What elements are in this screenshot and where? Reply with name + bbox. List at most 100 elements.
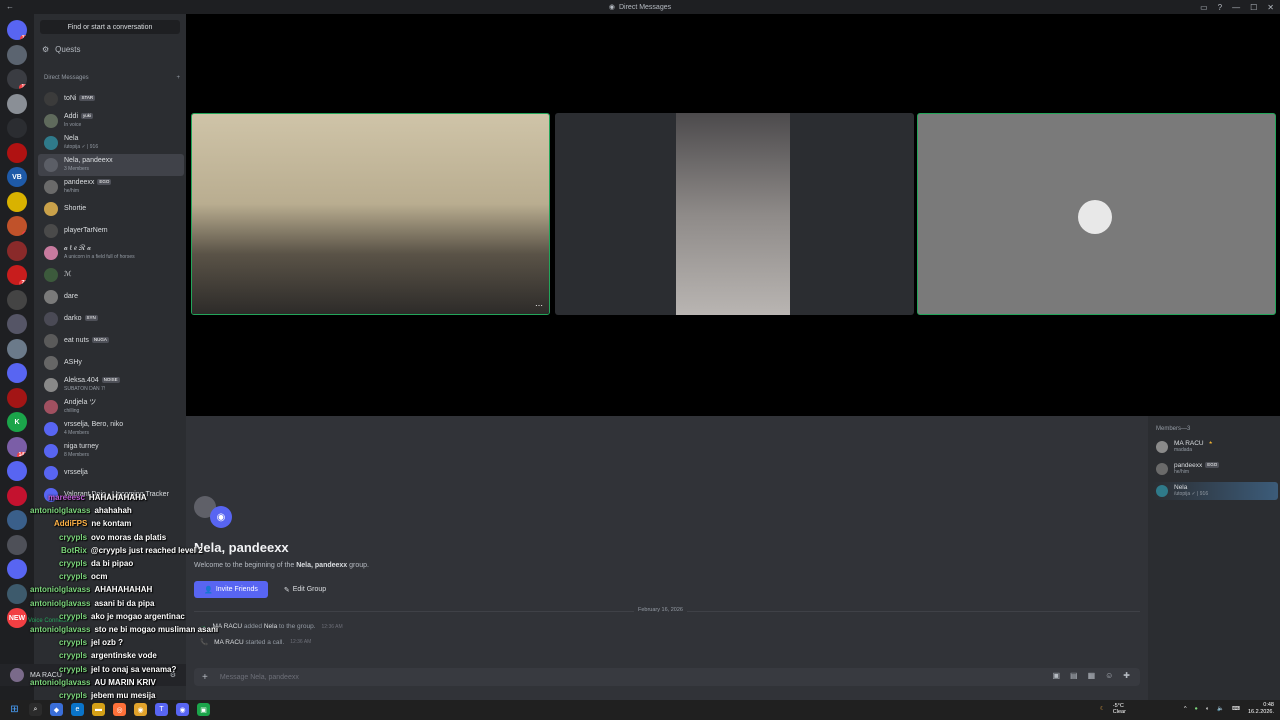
server-icon[interactable] bbox=[7, 363, 27, 383]
apps-icon[interactable]: ✚ bbox=[1123, 671, 1130, 680]
server-icon[interactable]: NEW bbox=[7, 608, 27, 628]
chat-message: jel ozb ? bbox=[91, 638, 124, 648]
minimize-button[interactable]: — bbox=[1232, 3, 1240, 12]
dm-item[interactable]: Shortie bbox=[38, 198, 184, 220]
dm-item[interactable]: vrsselja, Bero, niko 4 Members bbox=[38, 418, 184, 440]
store-icon[interactable]: ◆ bbox=[50, 703, 63, 716]
video-tile-room[interactable]: ⋯ bbox=[191, 113, 550, 315]
message-composer[interactable]: + Message Nela, pandeexx ▣ ▤ ▦ ☺ ✚ bbox=[194, 668, 1140, 686]
server-icon[interactable]: 11 bbox=[7, 20, 27, 40]
dm-item[interactable]: darko SYN bbox=[38, 308, 184, 330]
quests-nav-item[interactable]: ⚙ Quests bbox=[42, 45, 81, 54]
app-icon[interactable]: ▣ bbox=[197, 703, 210, 716]
search-icon[interactable]: ⌕ bbox=[29, 703, 42, 716]
server-icon[interactable]: 143 bbox=[7, 436, 27, 457]
server-icon[interactable] bbox=[7, 142, 27, 163]
edge-icon[interactable]: e bbox=[71, 703, 84, 716]
gif-icon[interactable]: ▤ bbox=[1070, 671, 1078, 680]
dm-status: chilling bbox=[64, 408, 80, 414]
teams-icon[interactable]: T bbox=[155, 703, 168, 716]
server-icon[interactable] bbox=[7, 583, 27, 604]
dm-item[interactable]: Nela, pandeexx 3 Members bbox=[38, 154, 184, 176]
message-author[interactable]: MA RACU bbox=[214, 639, 244, 646]
dm-item[interactable]: eat nuts NUGA bbox=[38, 330, 184, 352]
stream-chat-line: antoniolglavass AU MARIN KRIV bbox=[30, 678, 156, 687]
search-conversation-button[interactable]: Find or start a conversation bbox=[40, 20, 180, 34]
emoji-icon[interactable]: ☺ bbox=[1105, 671, 1113, 680]
sticker-icon[interactable]: ▦ bbox=[1088, 671, 1096, 680]
dm-item[interactable]: 𝒶 ℓ 𝑒 ℛ 𝒶 A unicorn in a field full of ho… bbox=[38, 242, 184, 264]
weather-widget[interactable]: -5°C Clear bbox=[1113, 703, 1126, 715]
server-icon[interactable] bbox=[7, 240, 27, 261]
server-icon[interactable] bbox=[7, 289, 27, 310]
edit-group-button[interactable]: ✎ Edit Group bbox=[278, 581, 332, 598]
dm-item[interactable]: Aleksa.404 NOISE SUBATON DAN 7! bbox=[38, 374, 184, 396]
maximize-button[interactable]: ☐ bbox=[1250, 3, 1257, 12]
browser-icon[interactable]: ◎ bbox=[113, 703, 126, 716]
network-icon[interactable]: ◐ bbox=[1206, 706, 1209, 712]
dm-item[interactable]: Nela/utopija ✓ | 916 bbox=[38, 132, 184, 154]
server-icon[interactable] bbox=[7, 44, 27, 65]
close-button[interactable]: ✕ bbox=[1267, 3, 1274, 12]
server-icon[interactable] bbox=[7, 485, 27, 506]
server-icon[interactable]: K bbox=[7, 412, 27, 432]
server-icon[interactable]: 70 bbox=[7, 265, 27, 285]
clock[interactable]: 0:48 16.2.2026. bbox=[1248, 702, 1274, 716]
keyboard-icon[interactable]: ⌨ bbox=[1232, 706, 1240, 712]
server-icon[interactable] bbox=[7, 338, 27, 359]
server-icon[interactable] bbox=[7, 93, 27, 114]
inbox-icon[interactable]: ▭ bbox=[1200, 3, 1208, 12]
avatar bbox=[44, 312, 58, 326]
message-target-user[interactable]: Nela bbox=[264, 623, 277, 630]
server-icon[interactable] bbox=[7, 387, 27, 408]
avatar[interactable] bbox=[10, 668, 24, 682]
dm-item[interactable]: dare bbox=[38, 286, 184, 308]
help-icon[interactable]: ? bbox=[1218, 3, 1222, 12]
tray-app-icon[interactable]: ● bbox=[1195, 706, 1198, 712]
server-icon[interactable] bbox=[7, 559, 27, 579]
server-icon[interactable] bbox=[7, 118, 27, 138]
weather-icon[interactable]: ☾ bbox=[1100, 706, 1105, 712]
dm-status: 4 Members bbox=[64, 430, 90, 436]
member-item[interactable]: Nela/utopija ✓ | 916 bbox=[1152, 482, 1278, 500]
dm-item[interactable]: ASHy bbox=[38, 352, 184, 374]
dm-name: vrsselja bbox=[64, 469, 88, 476]
dm-item[interactable]: niga turney 8 Members bbox=[38, 440, 184, 462]
invite-friends-button[interactable]: 👤 Invite Friends bbox=[194, 581, 268, 598]
chat-username: antoniolglavass bbox=[30, 585, 91, 595]
dm-item[interactable]: pandeexx EGO he/him bbox=[38, 176, 184, 198]
server-icon[interactable]: VB bbox=[7, 167, 27, 187]
folder-icon[interactable]: ▬ bbox=[92, 703, 105, 716]
dm-item[interactable]: vrsselja bbox=[38, 462, 184, 484]
gift-icon[interactable]: ▣ bbox=[1052, 671, 1060, 680]
member-item[interactable]: MA RACU ★ madada bbox=[1152, 438, 1278, 456]
video-tile-avatar[interactable] bbox=[917, 113, 1276, 315]
stream-chat-line: cryypls jel to onaj sa venama? bbox=[59, 665, 176, 674]
server-icon[interactable] bbox=[7, 191, 27, 212]
server-icon[interactable] bbox=[7, 510, 27, 530]
start-icon[interactable]: ⊞ bbox=[8, 703, 21, 716]
server-icon[interactable] bbox=[7, 314, 27, 334]
discord-icon[interactable]: ◉ bbox=[176, 703, 189, 716]
volume-icon[interactable]: 🔈 bbox=[1217, 706, 1224, 712]
message-input[interactable]: Message Nela, pandeexx bbox=[220, 674, 299, 681]
more-options-icon[interactable]: ⋯ bbox=[535, 301, 543, 310]
dm-item[interactable]: ℳ bbox=[38, 264, 184, 286]
dm-item[interactable]: toNi STAR bbox=[38, 88, 184, 110]
back-arrow-icon[interactable]: ← bbox=[6, 2, 14, 11]
dm-item[interactable]: playerTarNem bbox=[38, 220, 184, 242]
window-title: Direct Messages bbox=[618, 3, 672, 11]
server-icon[interactable] bbox=[7, 461, 27, 481]
chevron-up-icon[interactable]: ^ bbox=[1184, 706, 1187, 712]
member-item[interactable]: pandeexx EGO he/him bbox=[1152, 460, 1278, 478]
server-icon[interactable]: 10 bbox=[7, 69, 27, 89]
add-attachment-icon[interactable]: + bbox=[202, 672, 208, 683]
video-tile-webcam[interactable] bbox=[555, 113, 914, 315]
create-dm-icon[interactable]: + bbox=[176, 75, 180, 81]
chrome-icon[interactable]: ◉ bbox=[134, 703, 147, 716]
dm-name: pandeexx bbox=[64, 179, 95, 186]
dm-item[interactable]: Andjela ツ chilling bbox=[38, 396, 184, 418]
server-icon[interactable]: 4 bbox=[7, 216, 27, 236]
dm-item[interactable]: Addi yuki In voice bbox=[38, 110, 184, 132]
server-icon[interactable] bbox=[7, 534, 27, 555]
